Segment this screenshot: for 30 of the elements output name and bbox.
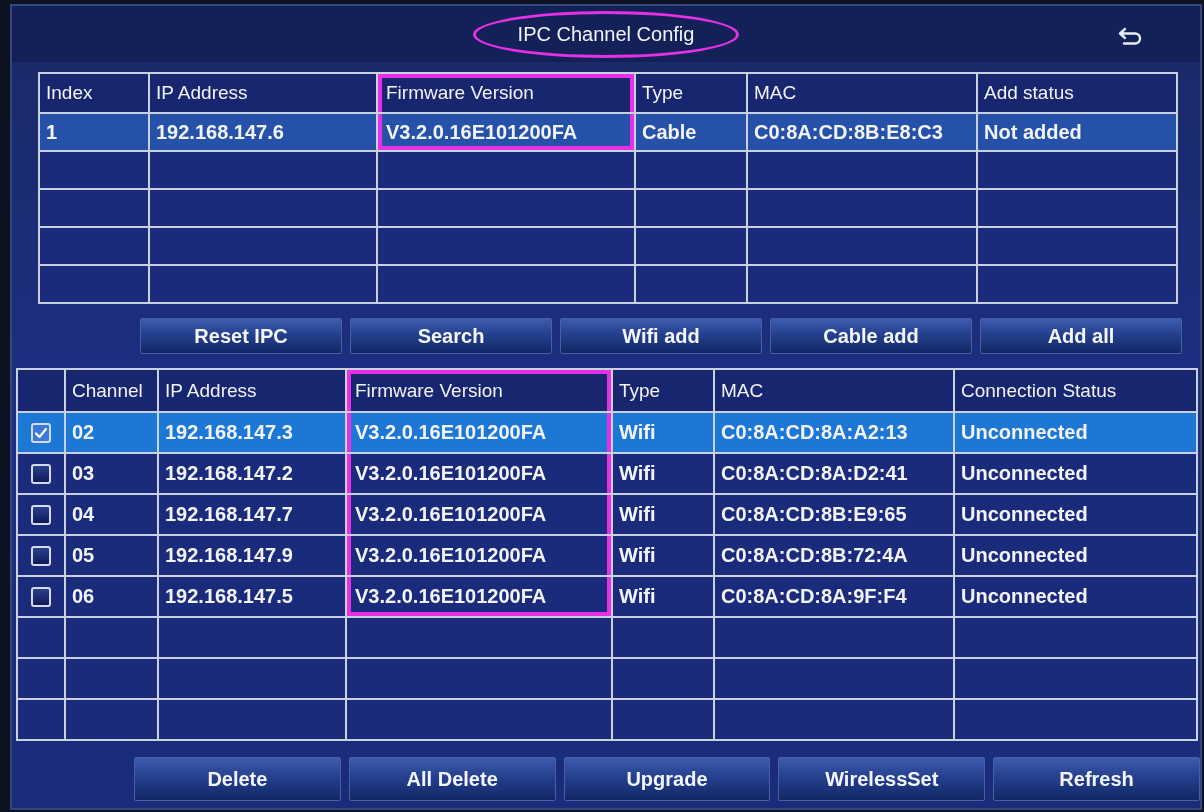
- column-header: Index: [45, 81, 94, 105]
- checkbox[interactable]: [31, 504, 51, 525]
- action-button[interactable]: Wifi add: [560, 318, 762, 354]
- action-button[interactable]: Add all: [980, 318, 1182, 354]
- table-cell: V3.2.0.16E101200FA: [345, 577, 611, 616]
- tick-icon: [35, 427, 47, 438]
- action-button[interactable]: Search: [350, 318, 552, 354]
- window-title: IPC Channel Config: [472, 10, 740, 58]
- table-row[interactable]: 02 192.168.147.3 V3.2.0.16E101200FA Wifi C0:8A:CD:8A:A2:13 Unconnected: [18, 411, 1196, 452]
- column-header: Firmware Version: [376, 74, 634, 112]
- table-row[interactable]: 04 192.168.147.7 V3.2.0.16E101200FA Wifi C0:8A:CD:8B:E9:65 Unconnected: [18, 493, 1196, 534]
- checkbox[interactable]: [31, 463, 51, 484]
- table-row[interactable]: 1 192.168.147.6 V3.2.0.16E101200FA Cable C0:8A:CD:8B:E8:C3 Not added: [40, 112, 1176, 150]
- action-button[interactable]: Refresh: [993, 757, 1200, 801]
- table-row[interactable]: 03 192.168.147.2 V3.2.0.16E101200FA Wifi C0:8A:CD:8A:D2:41 Unconnected: [18, 452, 1196, 493]
- checkbox[interactable]: [31, 586, 51, 607]
- action-button[interactable]: WirelessSet: [778, 757, 986, 801]
- action-button[interactable]: All Delete: [348, 757, 556, 801]
- table-cell: V3.2.0.16E101200FA: [376, 114, 634, 150]
- column-header: Firmware Version: [345, 370, 611, 411]
- table-cell-text: 1: [45, 119, 59, 145]
- action-button[interactable]: Reset IPC: [140, 318, 342, 354]
- action-button[interactable]: Upgrade: [563, 757, 771, 801]
- checkbox[interactable]: [31, 545, 51, 566]
- table-row[interactable]: 06 192.168.147.5 V3.2.0.16E101200FA Wifi C0:8A:CD:8A:9F:F4 Unconnected: [18, 575, 1196, 616]
- action-button[interactable]: Delete: [134, 757, 341, 801]
- action-button[interactable]: Cable add: [770, 318, 972, 354]
- back-arrow-icon[interactable]: [1118, 26, 1144, 46]
- checkbox[interactable]: [31, 422, 51, 443]
- table-row[interactable]: 05 192.168.147.9 V3.2.0.16E101200FA Wifi C0:8A:CD:8B:72:4A Unconnected: [18, 534, 1196, 575]
